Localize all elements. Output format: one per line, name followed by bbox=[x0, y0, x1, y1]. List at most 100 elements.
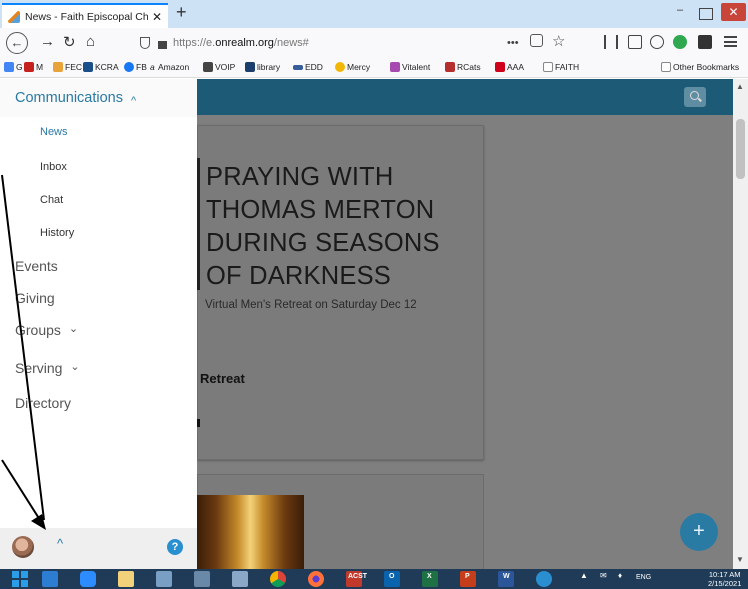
extension-icon[interactable] bbox=[698, 35, 712, 49]
card-text-fragment bbox=[197, 419, 200, 427]
bookmark-icon bbox=[245, 62, 255, 72]
library-icon[interactable] bbox=[604, 35, 618, 49]
excel-label: X bbox=[427, 573, 432, 580]
bookmark-item[interactable]: KCRA bbox=[83, 62, 119, 72]
menu-item-directory[interactable]: Directory bbox=[15, 395, 71, 411]
chevron-down-icon: ⌄ bbox=[70, 361, 80, 373]
window-maximize-button[interactable] bbox=[699, 8, 713, 20]
hamburger-menu-icon[interactable] bbox=[724, 36, 737, 47]
bookmark-item[interactable]: library bbox=[245, 62, 280, 72]
home-button[interactable]: ⌂ bbox=[86, 33, 95, 50]
acst-label: ACST bbox=[348, 573, 368, 580]
clock-time: 10:17 AM bbox=[708, 570, 741, 579]
bookmark-item[interactable]: M bbox=[24, 62, 43, 72]
menu-item-history[interactable]: History bbox=[40, 227, 74, 239]
pen-icon[interactable] bbox=[156, 571, 172, 587]
forward-button[interactable]: → bbox=[40, 33, 55, 50]
firefox-icon[interactable] bbox=[308, 571, 324, 587]
pocket-icon[interactable] bbox=[530, 34, 543, 47]
avatar[interactable] bbox=[12, 536, 34, 558]
zoom-icon[interactable] bbox=[80, 571, 96, 587]
menu-communications[interactable]: Communications ^ bbox=[0, 79, 197, 117]
tray-language[interactable]: ENG bbox=[636, 574, 651, 581]
calendar-icon[interactable] bbox=[194, 571, 210, 587]
page-actions-icon[interactable]: ••• bbox=[507, 37, 519, 49]
scroll-up-icon[interactable]: ▲ bbox=[736, 82, 744, 91]
bookmark-star-icon[interactable]: ☆ bbox=[552, 32, 565, 50]
bookmark-item[interactable]: a Amazon bbox=[150, 62, 189, 72]
scroll-thumb[interactable] bbox=[736, 119, 745, 179]
bookmark-item[interactable]: Vitalent bbox=[390, 62, 430, 72]
menu-item-serving[interactable]: Serving ⌄ bbox=[15, 360, 80, 376]
bookmark-item[interactable]: FB bbox=[124, 62, 147, 72]
menu-item-inbox[interactable]: Inbox bbox=[40, 161, 67, 173]
browser-tab[interactable]: News - Faith Episcopal Church ✕ bbox=[2, 3, 168, 28]
bookmark-item[interactable]: RCats bbox=[445, 62, 481, 72]
folder-icon bbox=[661, 62, 671, 72]
windows-start-icon[interactable] bbox=[12, 571, 28, 587]
lock-icon[interactable] bbox=[158, 41, 167, 49]
page-scrollbar[interactable]: ▲ ▼ bbox=[733, 79, 748, 569]
taskbar-clock[interactable]: 10:17 AM 2/15/2021 bbox=[708, 570, 741, 588]
bookmark-item[interactable]: VOIP bbox=[203, 62, 235, 72]
bookmarks-bar: G M FEC KCRA FB a Amazon VOIP library EDD… bbox=[0, 58, 748, 78]
file-explorer-icon[interactable] bbox=[42, 571, 58, 587]
bookmark-icon bbox=[335, 62, 345, 72]
menu-item-events[interactable]: Events bbox=[15, 258, 58, 274]
headline-line: OF DARKNESS bbox=[206, 262, 391, 290]
window-minimize-button[interactable]: – bbox=[677, 4, 683, 16]
chevron-up-icon[interactable]: ^ bbox=[57, 536, 63, 551]
windows-taskbar: ACST O X P W ▲ ✉ ♦ ENG 10:17 AM 2/15/202… bbox=[0, 569, 748, 589]
menu-item-chat[interactable]: Chat bbox=[40, 194, 63, 206]
bookmark-icon bbox=[390, 62, 400, 72]
bookmark-folder[interactable]: FAITH bbox=[543, 62, 579, 72]
clock-date: 2/15/2021 bbox=[708, 579, 742, 588]
bookmark-icon: a bbox=[150, 62, 155, 72]
menu-item-groups[interactable]: Groups ⌄ bbox=[15, 322, 78, 338]
bookmark-icon bbox=[83, 62, 93, 72]
paint-icon[interactable] bbox=[232, 571, 248, 587]
news-card-image[interactable] bbox=[197, 495, 304, 569]
bookmark-item[interactable]: AAA bbox=[495, 62, 524, 72]
search-icon[interactable] bbox=[684, 87, 706, 107]
tray-mail-icon[interactable]: ✉ bbox=[600, 571, 607, 580]
scroll-down-icon[interactable]: ▼ bbox=[736, 555, 744, 564]
back-button[interactable]: ← bbox=[6, 32, 28, 54]
news-card-title[interactable]: Retreat bbox=[200, 371, 245, 386]
window-close-button[interactable]: ✕ bbox=[721, 3, 746, 21]
account-icon[interactable] bbox=[650, 35, 664, 49]
tracking-shield-icon[interactable] bbox=[140, 37, 150, 49]
extension-check-icon[interactable] bbox=[673, 35, 687, 49]
headline-rule bbox=[197, 158, 200, 290]
news-headline: PRAYING WITH THOMAS MERTON DURING SEASON… bbox=[206, 161, 440, 293]
tray-network-icon[interactable]: ♦ bbox=[618, 571, 622, 580]
help-icon[interactable] bbox=[536, 571, 552, 587]
chevron-up-icon: ^ bbox=[131, 95, 137, 107]
menu-item-news[interactable]: News bbox=[40, 126, 68, 138]
bookmark-icon bbox=[124, 62, 134, 72]
bookmark-item[interactable]: G bbox=[4, 62, 23, 72]
bookmark-item[interactable]: Mercy bbox=[335, 62, 370, 72]
notes-icon[interactable] bbox=[118, 571, 134, 587]
bookmark-folder[interactable]: Other Bookmarks bbox=[661, 62, 739, 72]
bookmark-item[interactable]: EDD bbox=[293, 62, 323, 72]
bookmark-icon bbox=[4, 62, 14, 72]
help-icon[interactable]: ? bbox=[167, 539, 183, 555]
folder-icon bbox=[543, 62, 553, 72]
chrome-icon[interactable] bbox=[270, 571, 286, 587]
tab-title: News - Faith Episcopal Church bbox=[25, 10, 148, 23]
bookmark-icon bbox=[24, 62, 34, 72]
url-text[interactable]: https://e.onrealm.org/news# bbox=[173, 37, 309, 49]
sidebar-toggle-icon[interactable] bbox=[628, 35, 642, 49]
tray-chevron-icon[interactable]: ▲ bbox=[580, 571, 588, 580]
add-button[interactable]: + bbox=[680, 513, 718, 551]
new-tab-button[interactable]: + bbox=[176, 2, 187, 23]
tab-close-icon[interactable]: ✕ bbox=[152, 10, 162, 24]
browser-titlebar: News - Faith Episcopal Church ✕ + – ✕ bbox=[0, 0, 748, 28]
headline-line: PRAYING WITH bbox=[206, 163, 394, 191]
site-favicon-icon bbox=[8, 10, 20, 23]
bookmark-item[interactable]: FEC bbox=[53, 62, 82, 72]
menu-item-giving[interactable]: Giving bbox=[15, 290, 55, 306]
bookmark-icon bbox=[203, 62, 213, 72]
reload-button[interactable]: ↻ bbox=[63, 33, 76, 51]
